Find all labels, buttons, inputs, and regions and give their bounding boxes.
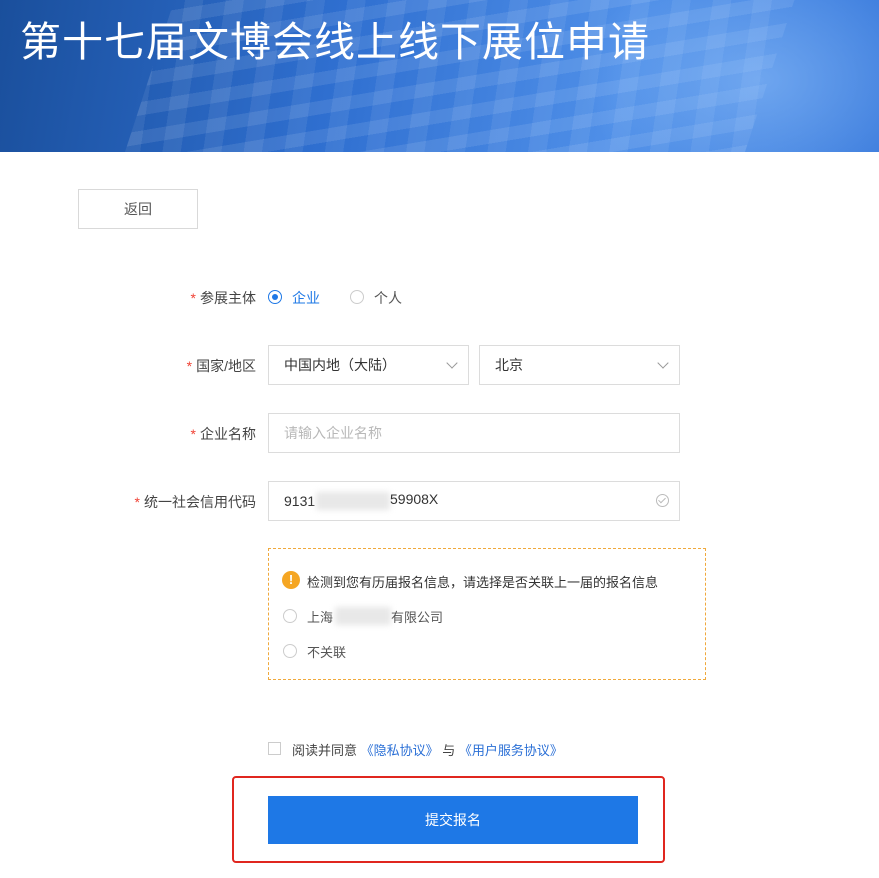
link-company-prefix[interactable]: 上海 <box>307 607 333 626</box>
country-select-value: 中国内地（大陆） <box>284 357 396 373</box>
required-mark: * <box>190 290 196 306</box>
chevron-down-icon <box>657 357 669 369</box>
country-select[interactable]: 中国内地（大陆） <box>268 345 469 385</box>
check-circle-icon <box>656 494 669 507</box>
warning-icon: ! <box>282 571 300 589</box>
redacted-credit-code <box>316 492 390 510</box>
header-banner: 第十七届文博会线上线下展位申请 <box>0 0 879 152</box>
subject-label: * 参展主体 <box>190 290 256 306</box>
notice-message: 检测到您有历届报名信息，请选择是否关联上一届的报名信息 <box>307 575 659 590</box>
link-company-radio[interactable] <box>283 609 297 623</box>
subject-option-enterprise-label[interactable]: 企业 <box>292 288 320 308</box>
credit-code-label: * 统一社会信用代码 <box>134 494 256 510</box>
subject-radio-enterprise[interactable] <box>268 290 282 304</box>
required-mark: * <box>134 494 140 510</box>
city-select[interactable]: 北京 <box>479 345 680 385</box>
subject-radio-individual[interactable] <box>350 290 364 304</box>
page-title: 第十七届文博会线上线下展位申请 <box>20 18 650 66</box>
required-mark: * <box>186 358 193 374</box>
link-company-suffix[interactable]: 有限公司 <box>391 607 443 626</box>
privacy-policy-link[interactable]: 《隐私协议》 <box>361 743 439 758</box>
history-notice-box: ! 检测到您有历届报名信息，请选择是否关联上一届的报名信息 上海 有限公司 不关… <box>268 548 706 680</box>
region-label: * 国家/地区 <box>186 358 256 374</box>
company-name-label: * 企业名称 <box>190 426 256 442</box>
chevron-down-icon <box>446 357 458 369</box>
user-service-agreement-link[interactable]: 《用户服务协议》 <box>459 743 563 758</box>
redacted-company-name <box>335 607 391 625</box>
subject-option-individual-label[interactable]: 个人 <box>374 288 402 308</box>
back-button[interactable]: 返回 <box>78 189 198 229</box>
agreement-checkbox[interactable] <box>268 742 281 755</box>
credit-code-suffix: 59908X <box>390 491 439 507</box>
submit-button[interactable]: 提交报名 <box>268 796 638 844</box>
required-mark: * <box>190 426 196 442</box>
no-link-label[interactable]: 不关联 <box>307 642 346 661</box>
no-link-radio[interactable] <box>283 644 297 658</box>
agreement-text: 阅读并同意 《隐私协议》 与 《用户服务协议》 <box>292 743 563 758</box>
credit-code-prefix: 9131 <box>284 493 316 509</box>
city-select-value: 北京 <box>495 357 523 373</box>
company-name-input[interactable] <box>268 413 680 453</box>
